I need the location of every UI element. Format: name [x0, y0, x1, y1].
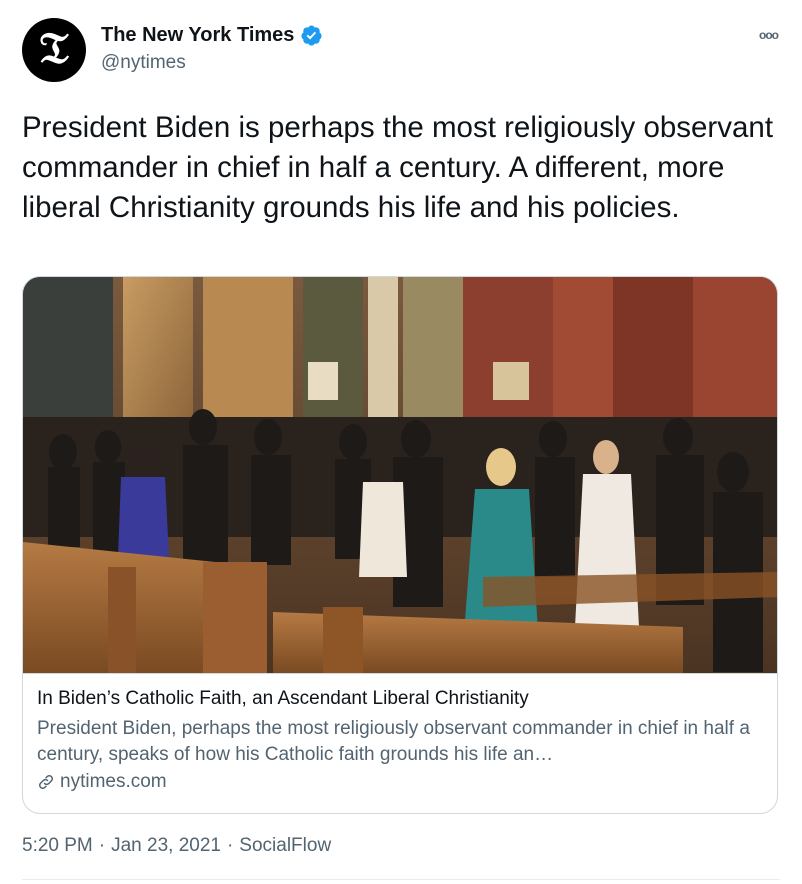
verified-badge-icon [301, 25, 322, 46]
church-pews-photo [23, 277, 777, 673]
link-icon [38, 774, 54, 790]
link-card[interactable]: In Biden’s Catholic Faith, an Ascendant … [22, 276, 778, 814]
tweet-time[interactable]: 5:20 PM [22, 835, 93, 857]
author-name-row: The New York Times [101, 24, 323, 47]
tweet-date[interactable]: Jan 23, 2021 [111, 835, 221, 857]
card-domain-row[interactable]: nytimes.com [37, 771, 167, 793]
tweet-meta: 5:20 PM · Jan 23, 2021 · SocialFlow [22, 835, 331, 857]
tweet-text: President Biden is perhaps the most reli… [22, 111, 774, 224]
author-display-name[interactable]: The New York Times [101, 24, 294, 47]
card-domain: nytimes.com [60, 771, 167, 792]
card-title[interactable]: In Biden’s Catholic Faith, an Ascendant … [37, 688, 529, 710]
author-handle[interactable]: @nytimes [101, 52, 186, 74]
tweet-source[interactable]: SocialFlow [239, 835, 331, 857]
meta-separator: · [98, 835, 106, 856]
card-image[interactable] [23, 277, 777, 673]
card-description: President Biden, perhaps the most religi… [37, 718, 750, 765]
more-dots-icon[interactable]: ooo [759, 28, 779, 42]
tweet[interactable]: 𝔗 The New York Times @nytimes ooo Presid… [0, 0, 802, 884]
meta-separator: · [226, 835, 234, 856]
divider [22, 879, 780, 880]
nyt-logo-icon: 𝔗 [39, 23, 69, 74]
card-meta[interactable]: In Biden’s Catholic Faith, an Ascendant … [23, 673, 777, 813]
avatar[interactable]: 𝔗 [22, 18, 86, 82]
